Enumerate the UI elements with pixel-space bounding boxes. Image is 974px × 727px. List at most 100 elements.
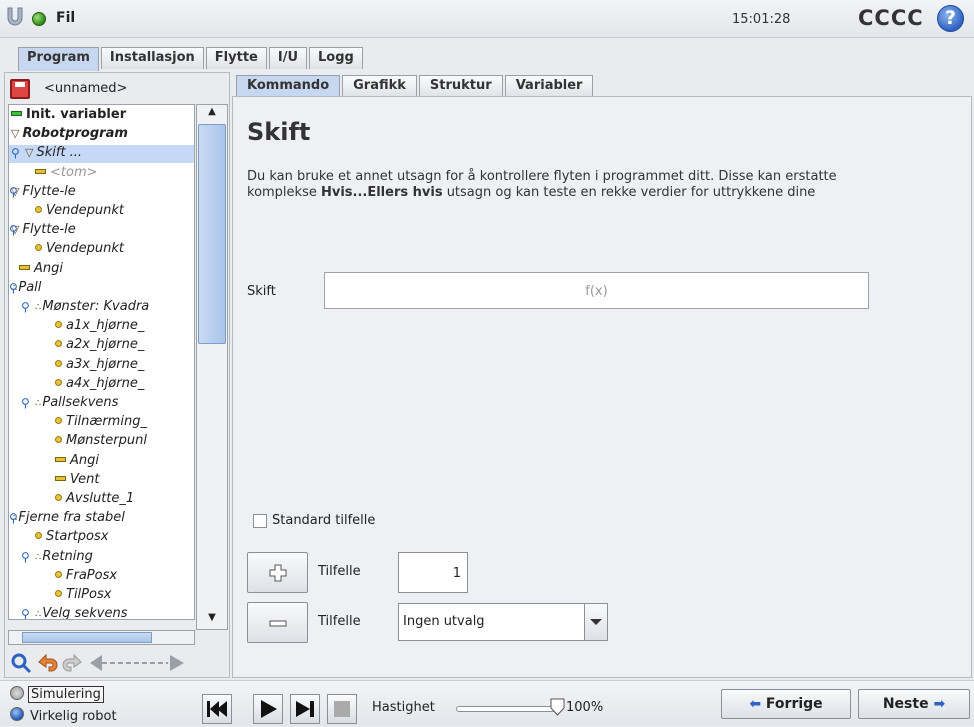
- tree-node[interactable]: Avslutte_1: [55, 491, 134, 506]
- tree-node[interactable]: Angi: [55, 453, 99, 468]
- tree-scroll-thumb[interactable]: [198, 124, 226, 344]
- previous-button[interactable]: ⬅ Forrige: [721, 689, 851, 719]
- tree-node[interactable]: Tilnærming_: [55, 414, 147, 429]
- dropdown-arrow-icon[interactable]: [584, 604, 607, 640]
- tree-node[interactable]: a4x_hjørne_: [55, 376, 144, 391]
- tree-node[interactable]: ∴ Mønster: Kvadra: [35, 299, 149, 314]
- pallet-icon: ∴: [35, 551, 42, 563]
- rewind-button[interactable]: [202, 694, 232, 724]
- tree-node[interactable]: ∴ Retning: [35, 549, 93, 564]
- tab-io[interactable]: I/U: [268, 47, 308, 69]
- tree-node[interactable]: ∴ Fjerne fra stabel: [11, 510, 125, 525]
- tree-node[interactable]: ∴ Velg sekvens: [35, 606, 128, 620]
- add-case-button[interactable]: [247, 552, 308, 593]
- tree-node[interactable]: Startposx: [35, 529, 108, 544]
- case-select[interactable]: Ingen utvalg: [398, 603, 608, 641]
- command-description: Du kan bruke et annet utsagn for å kontr…: [247, 169, 897, 201]
- step-icon: [296, 701, 314, 717]
- waypoint-icon: [35, 206, 42, 213]
- undo-icon[interactable]: [36, 652, 58, 674]
- remove-case-button[interactable]: [247, 602, 308, 643]
- simulation-radio[interactable]: [10, 686, 24, 700]
- tree-node[interactable]: FraPosx: [55, 568, 117, 583]
- tree-expander-icon[interactable]: ⚲: [9, 281, 18, 295]
- switch-expression-input[interactable]: f(x): [324, 272, 869, 309]
- move-arrows-icon[interactable]: [88, 652, 188, 674]
- tree-node-label: Flytte-le: [22, 183, 76, 199]
- default-case-checkbox[interactable]: [253, 514, 267, 528]
- bar-icon: [19, 264, 30, 270]
- speed-slider-knob[interactable]: [550, 698, 565, 716]
- simulation-label[interactable]: Simulering: [28, 686, 104, 703]
- tree-expander-icon[interactable]: ⚲: [21, 300, 30, 314]
- tab-grafikk[interactable]: Grafikk: [342, 75, 417, 97]
- scroll-up-icon[interactable]: ▲: [198, 106, 226, 122]
- tree-expander-icon[interactable]: ⚲: [11, 146, 20, 160]
- tree-expander-icon[interactable]: ⚲: [9, 511, 18, 525]
- robot-status-icon[interactable]: [32, 12, 46, 26]
- tree-node-label: Avslutte_1: [66, 491, 135, 506]
- waypoint-icon: [35, 532, 42, 540]
- bar-icon: [35, 168, 46, 174]
- tree-node[interactable]: ▽ Robotprogram: [11, 126, 128, 141]
- tab-program[interactable]: Program: [18, 47, 99, 71]
- tree-node[interactable]: Vendepunkt: [35, 241, 124, 256]
- tree-node[interactable]: a1x_hjørne_: [55, 318, 144, 333]
- tree-node-label: Vendepunkt: [46, 203, 124, 218]
- tree-toolbar: [8, 650, 228, 676]
- tree-node[interactable]: ∴ Pallsekvens: [35, 395, 118, 410]
- tree-node-label: Velg sekvens: [42, 606, 128, 620]
- play-button[interactable]: [253, 694, 283, 724]
- tree-node[interactable]: TilPosx: [55, 587, 111, 602]
- case-select-label: Tilfelle: [318, 614, 361, 629]
- tree-node[interactable]: <tom>: [35, 165, 98, 180]
- real-robot-radio[interactable]: [10, 707, 24, 721]
- help-icon[interactable]: ?: [937, 5, 964, 32]
- tree-node[interactable]: a2x_hjørne_: [55, 337, 144, 352]
- tree-node-label: a2x_hjørne_: [66, 337, 145, 353]
- main-tabs: Program Installasjon Flytte I/U Logg: [18, 47, 363, 71]
- tab-installasjon[interactable]: Installasjon: [100, 47, 204, 69]
- triangle-icon: ▽: [11, 127, 20, 141]
- tree-node[interactable]: Vent: [55, 472, 99, 487]
- step-button[interactable]: [290, 694, 320, 724]
- tree-expander-icon[interactable]: ⚲: [21, 607, 30, 619]
- tree-node[interactable]: Mønsterpunl: [55, 433, 147, 448]
- tree-node[interactable]: Angi: [19, 261, 63, 276]
- stop-button[interactable]: [327, 694, 357, 724]
- tree-node[interactable]: ▽ Skift ...: [25, 145, 82, 160]
- tree-node-label: Vendepunkt: [46, 241, 124, 257]
- previous-label: Forrige: [765, 696, 823, 712]
- tree-node[interactable]: ▽ Flytte-le: [11, 184, 76, 199]
- scroll-down-icon[interactable]: ▼: [198, 612, 226, 628]
- waypoint-icon: [55, 570, 62, 578]
- speed-slider[interactable]: [456, 706, 556, 712]
- tree-node[interactable]: Vendepunkt: [35, 203, 124, 218]
- tree-node[interactable]: ▽ Flytte-le: [11, 222, 76, 237]
- tree-node-label: Mønsterpunl: [66, 433, 147, 449]
- tab-logg[interactable]: Logg: [309, 47, 363, 69]
- case-value-input[interactable]: 1: [398, 552, 468, 593]
- tab-variabler[interactable]: Variabler: [504, 75, 594, 97]
- tree-hscroll-thumb[interactable]: [22, 632, 152, 643]
- program-tree[interactable]: Init. variabler ▽ Robotprogram ▽ Skift ... ⚲ <…: [8, 104, 195, 620]
- tree-node-label: a3x_hjørne_: [66, 356, 145, 372]
- next-button[interactable]: Neste ➡: [858, 689, 970, 719]
- tree-expander-icon[interactable]: ⚲: [21, 550, 30, 564]
- tree-expander-icon[interactable]: ⚲: [9, 185, 18, 199]
- tree-node-label: Vent: [70, 471, 100, 487]
- tree-expander-icon[interactable]: ⚲: [9, 223, 18, 237]
- save-icon[interactable]: [10, 79, 30, 99]
- tree-node[interactable]: a3x_hjørne_: [55, 357, 144, 372]
- redo-icon[interactable]: [62, 652, 84, 674]
- tree-node-label: Angi: [70, 452, 99, 468]
- search-icon[interactable]: [10, 652, 32, 674]
- tab-struktur[interactable]: Struktur: [418, 75, 503, 97]
- tree-expander-icon[interactable]: ⚲: [21, 396, 30, 410]
- file-menu[interactable]: Fil: [56, 10, 75, 26]
- tree-node-label: Pall: [18, 279, 42, 295]
- tab-flytte[interactable]: Flytte: [205, 47, 267, 69]
- bar-green-icon: [11, 111, 22, 116]
- tree-node[interactable]: Init. variabler: [11, 107, 126, 122]
- real-robot-label[interactable]: Virkelig robot: [30, 709, 117, 724]
